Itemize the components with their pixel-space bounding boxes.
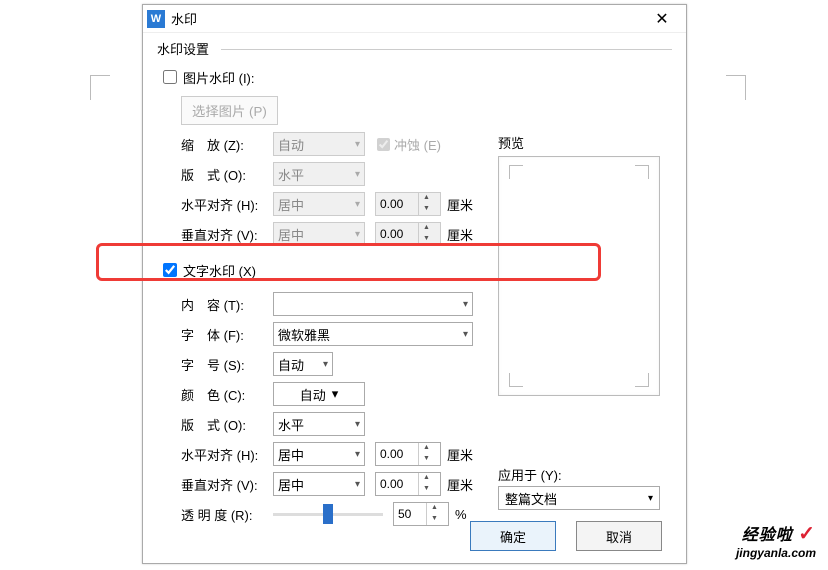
content-label: 内 容 (T):	[181, 295, 273, 314]
opacity-value[interactable]	[394, 507, 426, 521]
titlebar: W 水印 ✕	[143, 5, 686, 33]
spinner-buttons[interactable]: ▲▼	[418, 223, 434, 245]
preview-label: 预览	[498, 133, 660, 152]
font-label: 字 体 (F):	[181, 325, 273, 344]
close-button[interactable]: ✕	[642, 7, 682, 31]
dialog-content: 水印设置 图片水印 (I): 选择图片 (P) 缩 放 (Z): 自动▾ 冲蚀	[143, 33, 686, 541]
opacity-label: 透 明 度 (R):	[181, 505, 273, 524]
img-halign-label: 水平对齐 (H):	[181, 195, 273, 214]
source-watermark: 经验啦 ✓ jingyanla.com	[736, 521, 816, 560]
chevron-down-icon: ▾	[355, 419, 360, 430]
chevron-down-icon: ▾	[355, 449, 360, 460]
chevron-down-icon: ▾	[648, 493, 653, 504]
cancel-button[interactable]: 取消	[576, 521, 662, 551]
text-watermark-checkbox-row[interactable]: 文字水印 (X)	[163, 257, 483, 283]
txt-valign-unit: 厘米	[447, 475, 473, 494]
txt-halign-label: 水平对齐 (H):	[181, 445, 273, 464]
font-combo[interactable]: 微软雅黑▾	[273, 322, 473, 346]
txt-layout-label: 版 式 (O):	[181, 415, 273, 434]
scale-label: 缩 放 (Z):	[181, 135, 273, 154]
dialog-title: 水印	[171, 9, 642, 28]
txt-valign-combo[interactable]: 居中▾	[273, 472, 365, 496]
doc-corner-tr	[726, 75, 746, 100]
txt-halign-spinner[interactable]: ▲▼	[375, 442, 441, 466]
img-halign-unit: 厘米	[447, 195, 473, 214]
dialog-footer: 确定 取消	[470, 521, 662, 551]
spinner-buttons[interactable]: ▲▼	[426, 503, 442, 525]
chevron-down-icon: ▾	[355, 169, 360, 180]
image-watermark-label: 图片水印 (I):	[183, 68, 255, 87]
preview-section: 预览	[498, 133, 660, 396]
chevron-down-icon: ▾	[355, 199, 360, 210]
text-watermark-label: 文字水印 (X)	[183, 261, 256, 280]
img-halign-combo[interactable]: 居中▾	[273, 192, 365, 216]
chevron-down-icon: ▾	[463, 299, 468, 310]
img-halign-value[interactable]	[376, 197, 418, 211]
scale-combo[interactable]: 自动▾	[273, 132, 365, 156]
text-watermark-checkbox[interactable]	[163, 263, 177, 277]
chevron-down-icon: ▾	[463, 329, 468, 340]
opacity-unit: %	[455, 507, 467, 522]
select-image-button[interactable]: 选择图片 (P)	[181, 96, 278, 125]
txt-halign-unit: 厘米	[447, 445, 473, 464]
erosion-checkbox[interactable]	[377, 138, 390, 151]
chevron-down-icon: ▾	[355, 139, 360, 150]
size-label: 字 号 (S):	[181, 355, 273, 374]
spinner-buttons[interactable]: ▲▼	[418, 473, 434, 495]
fieldset-title: 水印设置	[157, 39, 672, 58]
spinner-buttons[interactable]: ▲▼	[418, 443, 434, 465]
erosion-checkbox-row[interactable]: 冲蚀 (E)	[377, 135, 441, 154]
opacity-spinner[interactable]: ▲▼	[393, 502, 449, 526]
image-watermark-checkbox-row[interactable]: 图片水印 (I):	[163, 64, 483, 90]
preview-box	[498, 156, 660, 396]
apply-label: 应用于 (Y):	[498, 465, 660, 484]
chevron-down-icon: ▾	[355, 229, 360, 240]
chevron-down-icon: ▾	[323, 359, 328, 370]
txt-halign-value[interactable]	[376, 447, 418, 461]
txt-valign-value[interactable]	[376, 477, 418, 491]
spinner-buttons[interactable]: ▲▼	[418, 193, 434, 215]
check-icon: ✓	[798, 523, 816, 545]
opacity-slider[interactable]	[273, 504, 383, 524]
img-valign-label: 垂直对齐 (V):	[181, 225, 273, 244]
txt-halign-combo[interactable]: 居中▾	[273, 442, 365, 466]
slider-thumb[interactable]	[323, 504, 333, 524]
img-valign-value[interactable]	[376, 227, 418, 241]
img-layout-label: 版 式 (O):	[181, 165, 273, 184]
app-icon: W	[147, 10, 165, 28]
img-layout-combo[interactable]: 水平▾	[273, 162, 365, 186]
doc-corner-tl	[90, 75, 110, 100]
settings-column: 图片水印 (I): 选择图片 (P) 缩 放 (Z): 自动▾ 冲蚀 (E) 版…	[157, 60, 483, 529]
watermark-dialog: W 水印 ✕ 水印设置 图片水印 (I): 选择图片 (P) 缩 放 (Z): …	[142, 4, 687, 564]
color-label: 颜 色 (C):	[181, 385, 273, 404]
apply-section: 应用于 (Y): 整篇文档▾	[498, 465, 660, 510]
size-combo[interactable]: 自动▾	[273, 352, 333, 376]
erosion-label: 冲蚀 (E)	[394, 135, 441, 154]
color-combo[interactable]: 自动▾	[273, 382, 365, 406]
chevron-down-icon: ▾	[355, 479, 360, 490]
chevron-down-icon: ▾	[332, 386, 339, 402]
img-halign-spinner[interactable]: ▲▼	[375, 192, 441, 216]
content-combo[interactable]: ▾	[273, 292, 473, 316]
img-valign-combo[interactable]: 居中▾	[273, 222, 365, 246]
img-valign-unit: 厘米	[447, 225, 473, 244]
txt-layout-combo[interactable]: 水平▾	[273, 412, 365, 436]
ok-button[interactable]: 确定	[470, 521, 556, 551]
txt-valign-spinner[interactable]: ▲▼	[375, 472, 441, 496]
txt-valign-label: 垂直对齐 (V):	[181, 475, 273, 494]
apply-combo[interactable]: 整篇文档▾	[498, 486, 660, 510]
image-watermark-checkbox[interactable]	[163, 70, 177, 84]
img-valign-spinner[interactable]: ▲▼	[375, 222, 441, 246]
